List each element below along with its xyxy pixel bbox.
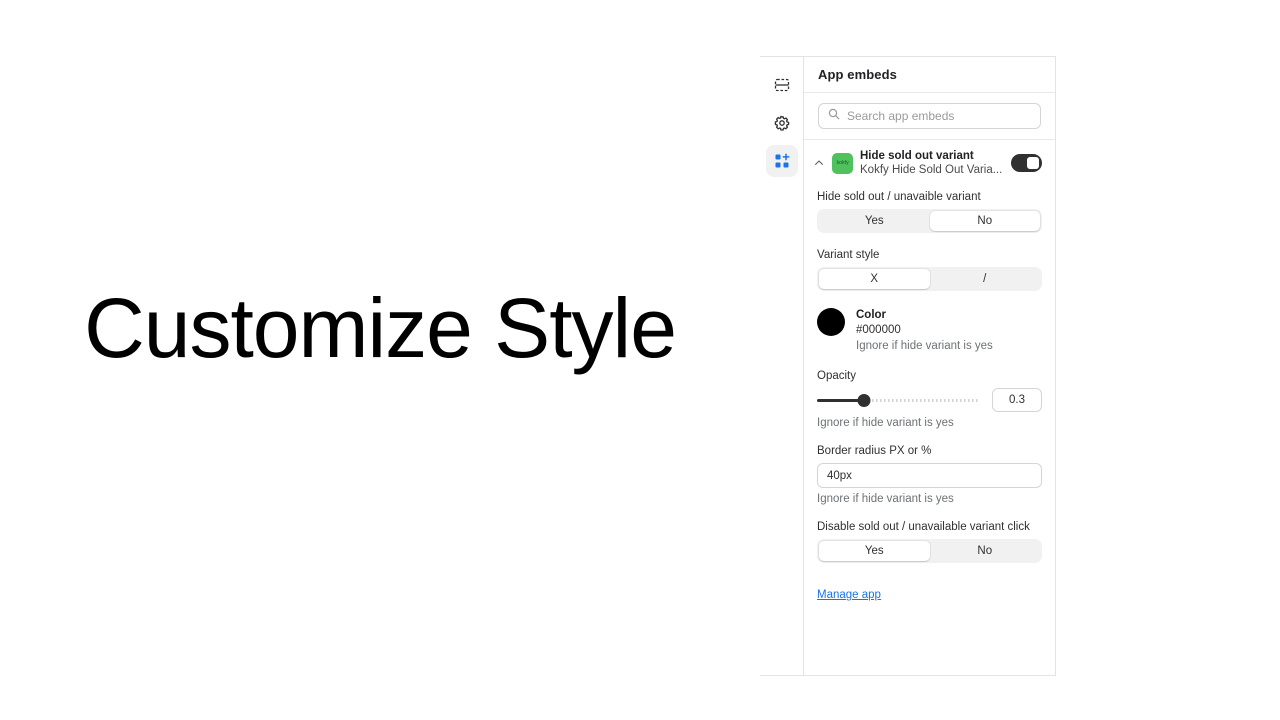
app-settings-form: Hide sold out / unavaible variant Yes No… [804,187,1055,580]
segment-disable-click-no[interactable]: No [930,541,1041,561]
opacity-slider[interactable] [817,392,980,408]
color-helper-text: Ignore if hide variant is yes [856,339,993,352]
app-embed-list-item[interactable]: kokfy Hide sold out variant Kokfy Hide S… [804,140,1055,187]
field-label-variant-style: Variant style [817,248,880,261]
opacity-value-input[interactable] [993,394,1041,407]
segmented-hide-sold-out: Yes No [817,208,1042,233]
segment-hide-sold-out-no[interactable]: No [929,210,1040,231]
panel-body: App embeds kokfy [804,57,1055,675]
field-label-hide-sold-out: Hide sold out / unavaible variant [817,190,981,203]
segment-hide-sold-out-yes[interactable]: Yes [819,211,930,231]
sections-icon [774,77,790,93]
app-logo-text: kokfy [836,160,849,167]
field-label-color: Color [856,308,887,321]
app-name: Hide sold out variant [860,150,974,162]
sidebar-item-sections[interactable] [766,69,798,101]
panel-header: App embeds [804,57,1055,93]
search-box[interactable] [818,103,1041,129]
sidebar-item-app-embeds[interactable] [765,145,798,177]
field-label-disable-click: Disable sold out / unavailable variant c… [817,521,1030,534]
panel-title: App embeds [818,67,898,82]
app-embeds-panel: App embeds kokfy [760,56,1056,676]
field-opacity: Opacity Ignore if hide variant is yes [817,370,1042,429]
field-color: Color #000000 Ignore if hide variant is … [817,307,1042,355]
field-border-radius: Border radius PX or % Ignore if hide var… [817,445,1042,505]
field-label-border-radius: Border radius PX or % [817,445,932,458]
app-enable-toggle[interactable] [1011,154,1042,173]
border-radius-helper-text: Ignore if hide variant is yes [817,493,954,506]
field-disable-click: Disable sold out / unavailable variant c… [817,521,1042,564]
toggle-knob [1027,157,1039,170]
app-subtitle: Kokfy Hide Sold Out Varia... [860,164,1003,177]
app-logo-icon: kokfy [832,152,853,174]
app-text-block: Hide sold out variant Kokfy Hide Sold Ou… [860,149,1004,178]
manage-app-row: Manage app [804,579,1055,617]
color-hex-value: #000000 [856,324,901,337]
slider-track-remainder [864,399,980,403]
gear-icon [774,115,790,131]
app-blocks-icon [774,153,790,169]
segment-variant-style-x[interactable]: X [819,268,930,289]
opacity-helper-text: Ignore if hide variant is yes [817,417,954,430]
panel-icon-rail [760,57,804,675]
field-variant-style: Variant style X / [817,249,1042,291]
slider-thumb[interactable] [857,394,871,408]
opacity-slider-row [817,388,1042,413]
search-icon [828,107,840,125]
color-text-block: Color #000000 Ignore if hide variant is … [856,307,993,355]
search-row [804,93,1055,140]
segmented-variant-style: X / [817,266,1042,291]
design-canvas: Customize Style [0,0,760,720]
field-hide-sold-out: Hide sold out / unavaible variant Yes No [817,191,1042,233]
chevron-up-icon[interactable] [813,158,825,168]
segment-variant-style-slash[interactable]: / [930,269,1041,289]
field-label-opacity: Opacity [817,370,856,383]
sidebar-item-settings[interactable] [766,107,798,139]
opacity-value-box[interactable] [992,388,1042,413]
segment-disable-click-yes[interactable]: Yes [819,541,930,562]
manage-app-link[interactable]: Manage app [817,589,881,601]
page-title: Customize Style [84,281,677,375]
color-swatch[interactable] [817,307,845,336]
segmented-disable-click: Yes No [817,539,1042,564]
search-input[interactable] [847,109,1031,123]
border-radius-input[interactable] [817,463,1042,489]
